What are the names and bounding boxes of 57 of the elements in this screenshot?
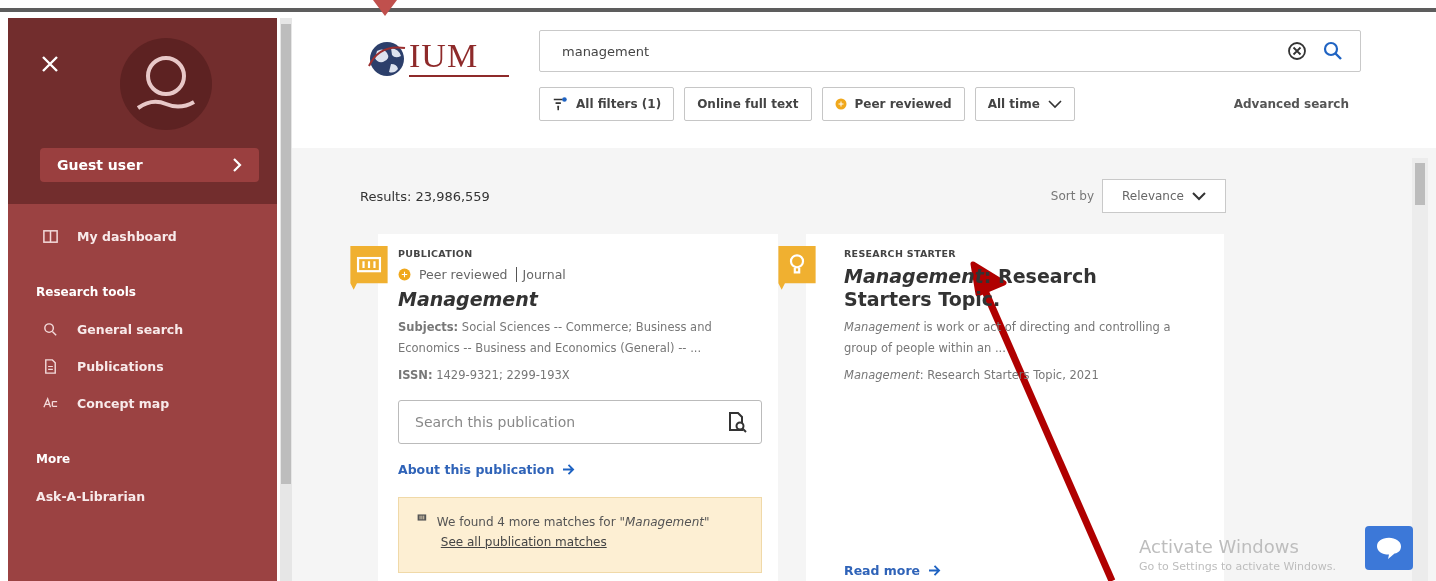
sidebar-item[interactable]: Ask-A-Librarian: [36, 478, 277, 515]
results-count: Results: 23,986,559: [360, 188, 490, 204]
result-detail: ISSN: 1429-9321; 2299-193X: [398, 366, 571, 384]
status-dot-icon: [398, 268, 411, 281]
arrow-right-icon: [928, 565, 942, 576]
logo-text: IUM: [409, 39, 480, 73]
section-heading: More: [36, 452, 72, 466]
avatar-icon: [120, 38, 212, 130]
filter-icon: [552, 96, 568, 112]
arrow-right-icon: [562, 463, 576, 475]
sidebar-item[interactable]: General search: [40, 311, 277, 348]
sidebar-item[interactable]: Concept map: [40, 385, 277, 422]
chevron-right-icon: [231, 157, 243, 173]
notice-text: We found 4 more matches for "Management" See all publication matches: [436, 513, 711, 551]
status-dot-icon: [834, 98, 847, 110]
result-type: PUBLICATION: [398, 248, 474, 259]
section-heading: Research tools: [36, 285, 137, 299]
caret-icon: [1047, 99, 1062, 109]
result-meta: Journal: [515, 267, 566, 282]
result-type: RESEARCH STARTER: [844, 248, 957, 259]
search-icon: [42, 321, 59, 338]
chat-button[interactable]: [1365, 526, 1413, 570]
caret-icon: [1191, 191, 1206, 201]
filter-button[interactable]: Online full text: [684, 87, 812, 121]
more-link[interactable]: Read more: [844, 563, 942, 578]
activation-notice-title: Activate Windows: [1139, 536, 1300, 557]
sidebar-item[interactable]: Publications: [40, 348, 277, 385]
scrollbar-thumb[interactable]: [281, 24, 291, 484]
clear-icon[interactable]: [1287, 41, 1307, 61]
sidebar-item[interactable]: My dashboard: [40, 218, 277, 255]
journal-icon: [417, 511, 427, 523]
dashboard-icon: [42, 228, 59, 245]
logo[interactable]: IUM: [365, 30, 515, 86]
close-icon[interactable]: [40, 54, 60, 74]
annotation-arrow: [373, 0, 397, 16]
result-detail: Subjects: Social Sciences -- Commerce; Business and Economics -- Business and Economics (General) -- ...: [398, 318, 713, 357]
filter-button[interactable]: All time: [974, 87, 1075, 121]
search-icon[interactable]: [1323, 41, 1343, 61]
result-meta: Peer reviewed: [419, 267, 508, 282]
search-field[interactable]: management: [539, 30, 1361, 72]
user-button[interactable]: Guest user: [40, 148, 259, 182]
advanced-search-link[interactable]: Advanced search: [1233, 97, 1349, 111]
see-matches-link[interactable]: See all publication matches: [440, 534, 607, 549]
filter-button[interactable]: Peer reviewed: [821, 87, 965, 121]
scrollbar[interactable]: [1412, 158, 1428, 581]
scrollbar[interactable]: [277, 18, 292, 581]
filter-button[interactable]: All filters (1): [539, 87, 675, 121]
chat-bubble-icon: [1375, 536, 1403, 560]
more-link[interactable]: About this publication: [398, 461, 576, 477]
sort-label: Sort by: [1050, 189, 1094, 203]
activation-notice-text: Go to Settings to activate Windows.: [1139, 560, 1337, 573]
scrollbar-thumb[interactable]: [1415, 163, 1425, 205]
publication-search-field[interactable]: Search this publication: [398, 399, 762, 444]
document-search-icon[interactable]: [726, 410, 748, 433]
result-title-link[interactable]: Management: [398, 288, 762, 311]
document-icon: [42, 358, 59, 375]
sort-dropdown[interactable]: Relevance: [1102, 179, 1226, 213]
